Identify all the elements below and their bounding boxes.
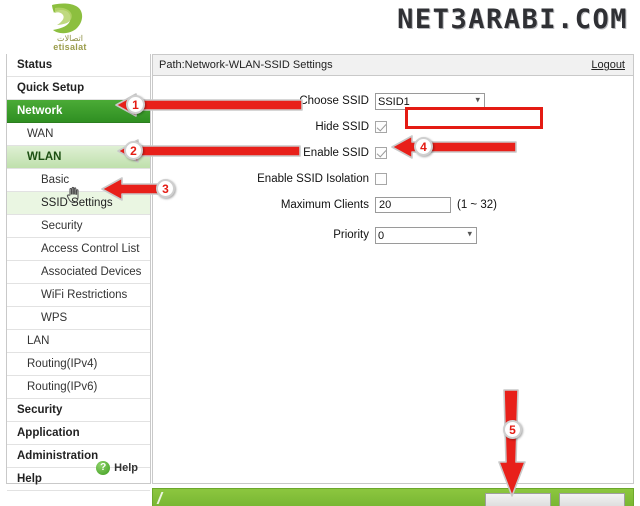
enable-ssid-isolation-label: Enable SSID Isolation [257,173,369,185]
sidebar-item-label: SSID Settings [41,197,113,209]
sidebar-item-label: Routing(IPv4) [27,358,98,370]
main-content-panel: Path:Network-WLAN-SSID Settings Logout C… [152,54,634,484]
sidebar-item-associated-devices[interactable]: Associated Devices [7,261,150,284]
sidebar-item-label: Status [17,59,53,71]
sidebar-item-wifi-restrictions[interactable]: WiFi Restrictions [7,284,150,307]
site-watermark: NET3ARABI.COM [397,4,628,35]
breadcrumb-path: Path:Network-WLAN-SSID Settings [159,59,333,71]
ssid-settings-form: Choose SSID SSID1 ▾ Hide SSID Enable SSI… [153,76,633,246]
etisalat-logo: اتصالات etisalat [24,2,132,52]
cancel-button[interactable] [559,493,625,506]
logout-link[interactable]: Logout [591,55,625,76]
sidebar-item-label: WiFi Restrictions [41,289,128,301]
brand-name-latin: etisalat [53,42,87,52]
sidebar-item-status[interactable]: Status [7,54,150,77]
etisalat-logo-icon [52,3,83,34]
sidebar-item-routing-ipv6[interactable]: Routing(IPv6) [7,376,150,399]
sidebar-item-label: Associated Devices [41,266,142,278]
field-enable-ssid-isolation: Enable SSID Isolation [153,168,633,190]
sidebar-item-wps[interactable]: WPS [7,307,150,330]
sidebar-item-access-control-list[interactable]: Access Control List [7,238,150,261]
field-enable-ssid: Enable SSID [153,142,633,164]
sidebar-help-link[interactable]: ? Help [7,457,150,479]
sidebar-item-label: LAN [27,335,50,347]
sidebar-item-ssid-settings[interactable]: SSID Settings [7,192,150,215]
field-choose-ssid: Choose SSID SSID1 ▾ [153,90,633,112]
field-hide-ssid: Hide SSID [153,116,633,138]
enable-ssid-isolation-checkbox[interactable] [375,173,387,185]
apply-button[interactable] [485,493,551,506]
step-badge-5: 5 [503,420,522,439]
hide-ssid-checkbox[interactable] [375,121,387,133]
sidebar-item-label: WPS [41,312,68,324]
sidebar-item-label: Security [41,220,83,232]
enable-ssid-label: Enable SSID [303,147,369,159]
sidebar-item-lan[interactable]: LAN [7,330,150,353]
step-badge-4: 4 [414,137,433,156]
sidebar-item-label: Basic [41,174,70,186]
enable-ssid-checkbox[interactable] [375,147,387,159]
sidebar-item-security[interactable]: Security [7,399,150,422]
field-maximum-clients: Maximum Clients (1 ~ 32) [153,194,633,216]
choose-ssid-label: Choose SSID [299,95,369,107]
sidebar-item-routing-ipv4[interactable]: Routing(IPv4) [7,353,150,376]
sidebar-navigation: Status Quick Setup Network WAN WLAN Basi… [6,54,151,491]
maximum-clients-input[interactable] [375,197,451,213]
priority-select[interactable]: 0 [375,227,477,245]
choose-ssid-select[interactable]: SSID1 [375,93,485,111]
field-priority: Priority 0 ▾ [153,224,633,246]
sidebar-item-label: Security [17,404,63,416]
sidebar-item-basic[interactable]: Basic [7,169,150,192]
sidebar-item-security-wlan[interactable]: Security [7,215,150,238]
sidebar-item-label: Access Control List [41,243,140,255]
step-badge-2: 2 [124,141,143,160]
sidebar-item-label: Application [17,427,80,439]
router-admin-screenshot: NET3ARABI.COM اتصالات etisalat Status Qu… [0,0,640,506]
sidebar-item-label: Routing(IPv6) [27,381,98,393]
sidebar-item-label: WLAN [27,151,62,163]
sidebar-item-application[interactable]: Application [7,422,150,445]
form-action-bar [152,488,634,506]
maximum-clients-label: Maximum Clients [280,199,369,211]
decorative-slash [156,492,172,504]
priority-label: Priority [333,229,369,241]
sidebar-item-label: Network [17,105,63,117]
sidebar-item-label: Quick Setup [17,82,85,94]
help-question-icon: ? [96,461,111,475]
sidebar-item-label: WAN [27,128,54,140]
hide-ssid-label: Hide SSID [315,121,369,133]
maximum-clients-hint: (1 ~ 32) [457,199,497,211]
breadcrumb: Path:Network-WLAN-SSID Settings Logout [153,55,633,76]
step-badge-1: 1 [126,95,145,114]
help-label: Help [114,462,138,474]
step-badge-3: 3 [156,179,175,198]
